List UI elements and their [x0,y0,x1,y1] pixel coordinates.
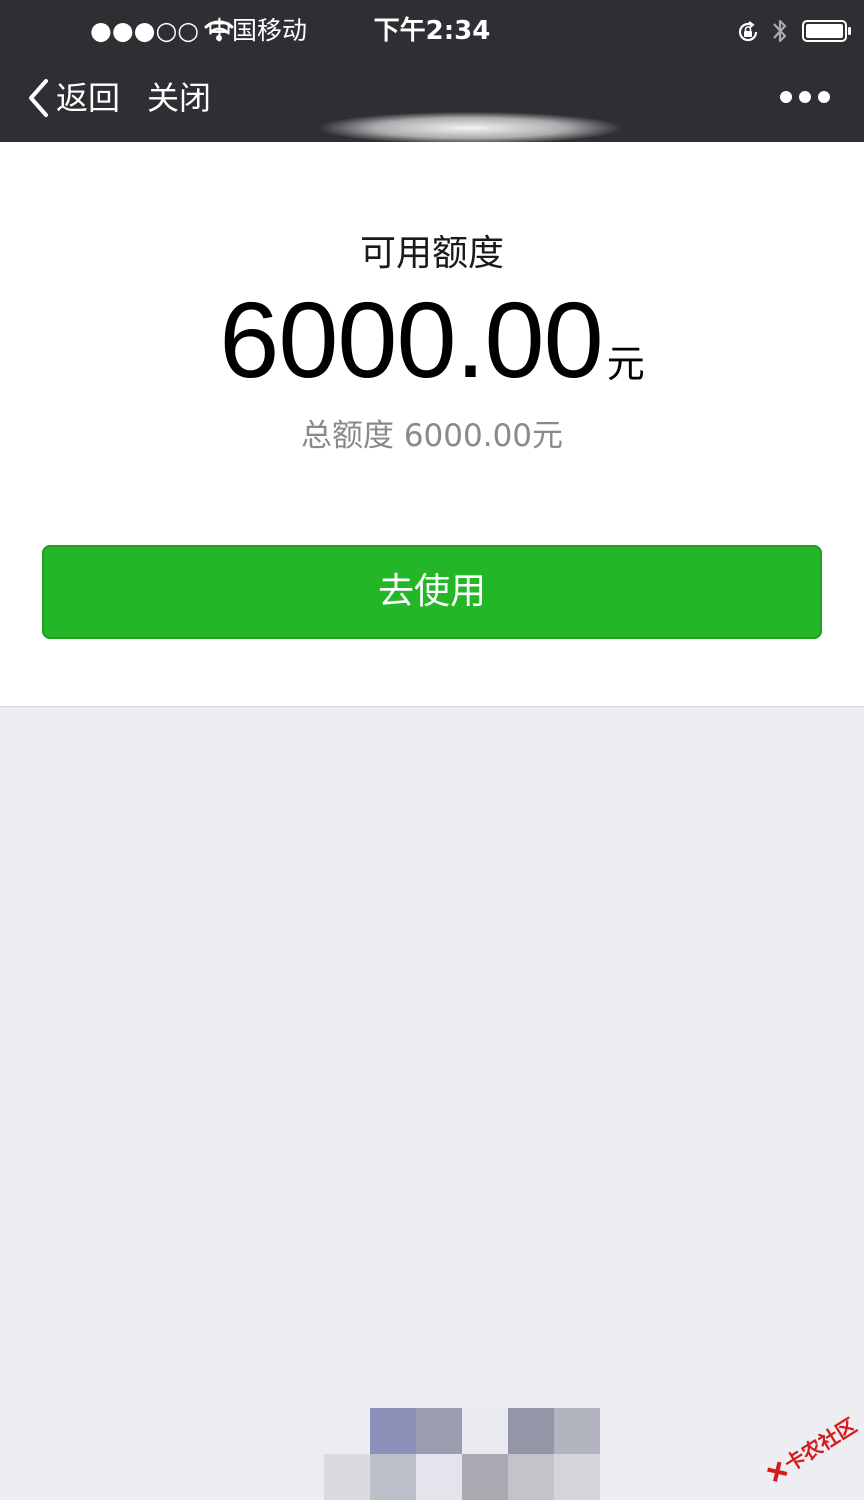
available-credit-amount: 6000.00 元 [0,278,864,402]
back-label: 返回 [56,79,121,117]
back-button[interactable]: 返回 [26,76,120,120]
available-credit-label: 可用额度 [359,233,504,274]
go-use-button[interactable]: 去使用 [42,545,822,639]
watermark: 卡农社区 [754,1398,864,1500]
chevron-left-icon [29,79,48,117]
wallet-credit-screen: ●●●○○ 中国移动 下午2:34 返回 关闭 可用额度 6000.00 元 总… [0,0,864,1500]
pixelated-redaction [324,1408,600,1500]
status-time: 下午2:34 [373,16,491,46]
total-credit-line: 总额度 6000.00元 [300,418,564,454]
watermark-text: 卡农社区 [780,1413,861,1477]
close-button[interactable]: 关闭 [147,76,211,120]
rotation-lock-icon [738,21,758,42]
obscured-title [320,112,620,144]
bluetooth-icon [773,19,787,43]
more-dots-icon[interactable] [780,88,830,106]
battery-icon [802,20,851,42]
status-bar: ●●●○○ 中国移动 下午2:34 [0,0,864,62]
amount-value: 6000.00 [219,279,603,400]
top-bar: ●●●○○ 中国移动 下午2:34 返回 关闭 [0,0,864,144]
nav-bar: 返回 关闭 [0,62,864,144]
amount-unit: 元 [606,342,645,386]
